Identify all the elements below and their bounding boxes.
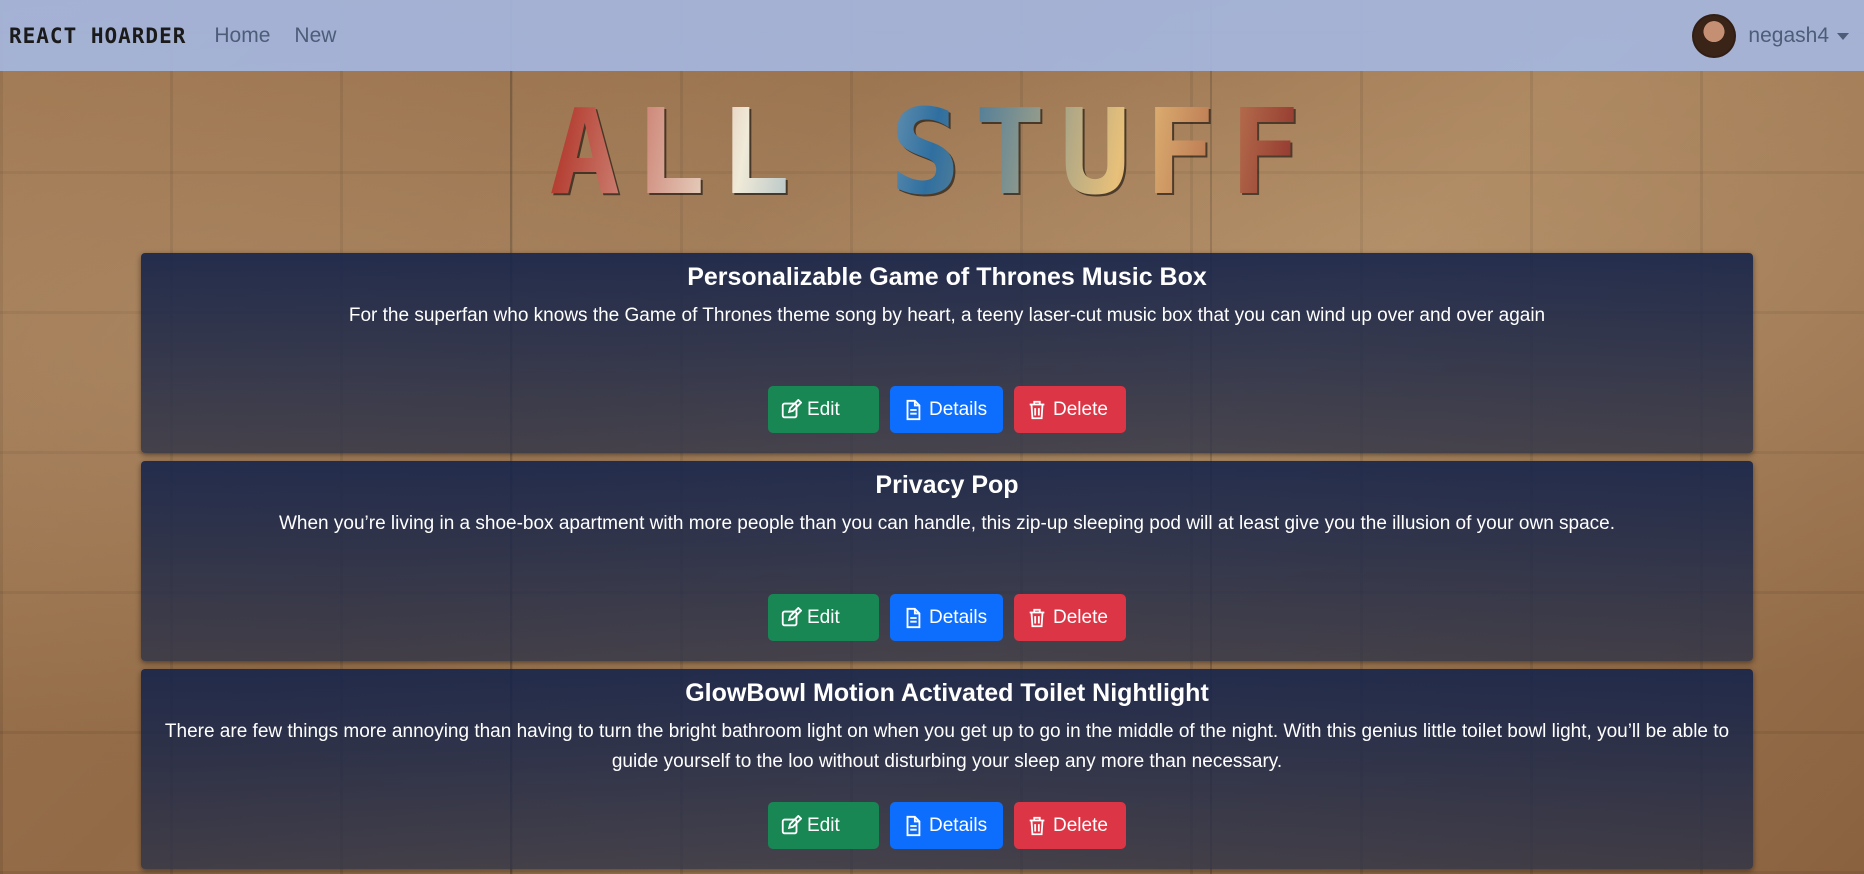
page-title-logo: All Stuff [0, 92, 1864, 212]
pencil-square-icon [781, 606, 802, 626]
pencil-square-icon [781, 398, 802, 418]
pencil-square-icon [781, 814, 802, 834]
chevron-down-icon [1837, 32, 1849, 40]
item-card: Personalizable Game of Thrones Music Box… [141, 253, 1753, 453]
edit-button[interactable]: Edit [768, 386, 879, 433]
brand-logo[interactable]: React Hoarder [9, 24, 186, 48]
edit-button-label: Edit [807, 606, 840, 628]
item-description: When you’re living in a shoe-box apartme… [278, 513, 1616, 534]
trash-icon [1029, 816, 1045, 835]
details-button[interactable]: Details [890, 386, 1003, 433]
item-card: GlowBowl Motion Activated Toilet Nightli… [141, 669, 1753, 869]
edit-button-label: Edit [807, 814, 840, 836]
avatar [1692, 14, 1737, 58]
delete-button[interactable]: Delete [1014, 802, 1126, 849]
document-icon [906, 399, 921, 420]
nav-link-new[interactable]: New [294, 24, 336, 48]
delete-button[interactable]: Delete [1014, 386, 1126, 433]
nav-link-home[interactable]: Home [214, 24, 270, 48]
item-title: Privacy Pop [875, 471, 1019, 499]
navbar: React Hoarder Home New negash4 [0, 0, 1864, 71]
document-icon [906, 815, 921, 836]
details-button[interactable]: Details [890, 802, 1003, 849]
delete-button-label: Delete [1053, 814, 1108, 836]
edit-button[interactable]: Edit [768, 594, 879, 641]
edit-button-label: Edit [807, 398, 840, 420]
item-title: Personalizable Game of Thrones Music Box [687, 263, 1207, 291]
details-button-label: Details [929, 814, 988, 836]
item-description: There are few things more annoying than … [164, 721, 1730, 772]
item-title: GlowBowl Motion Activated Toilet Nightli… [685, 679, 1209, 707]
document-icon [906, 607, 921, 628]
item-card: Privacy Pop When you’re living in a shoe… [141, 461, 1753, 661]
item-description: For the superfan who knows the Game of T… [348, 305, 1546, 326]
hero: All Stuff [0, 92, 1864, 212]
trash-icon [1029, 400, 1045, 419]
delete-button[interactable]: Delete [1014, 594, 1126, 641]
details-button[interactable]: Details [890, 594, 1003, 641]
user-menu-toggle[interactable]: negash4 [1692, 14, 1849, 58]
delete-button-label: Delete [1053, 398, 1108, 420]
delete-button-label: Delete [1053, 606, 1108, 628]
item-actions: Edit Details Delete [141, 386, 1753, 433]
trash-icon [1029, 608, 1045, 627]
details-button-label: Details [929, 398, 988, 420]
item-actions: Edit Details Delete [141, 594, 1753, 641]
details-button-label: Details [929, 606, 988, 628]
item-actions: Edit Details Delete [141, 802, 1753, 849]
edit-button[interactable]: Edit [768, 802, 879, 849]
username: negash4 [1748, 24, 1829, 47]
